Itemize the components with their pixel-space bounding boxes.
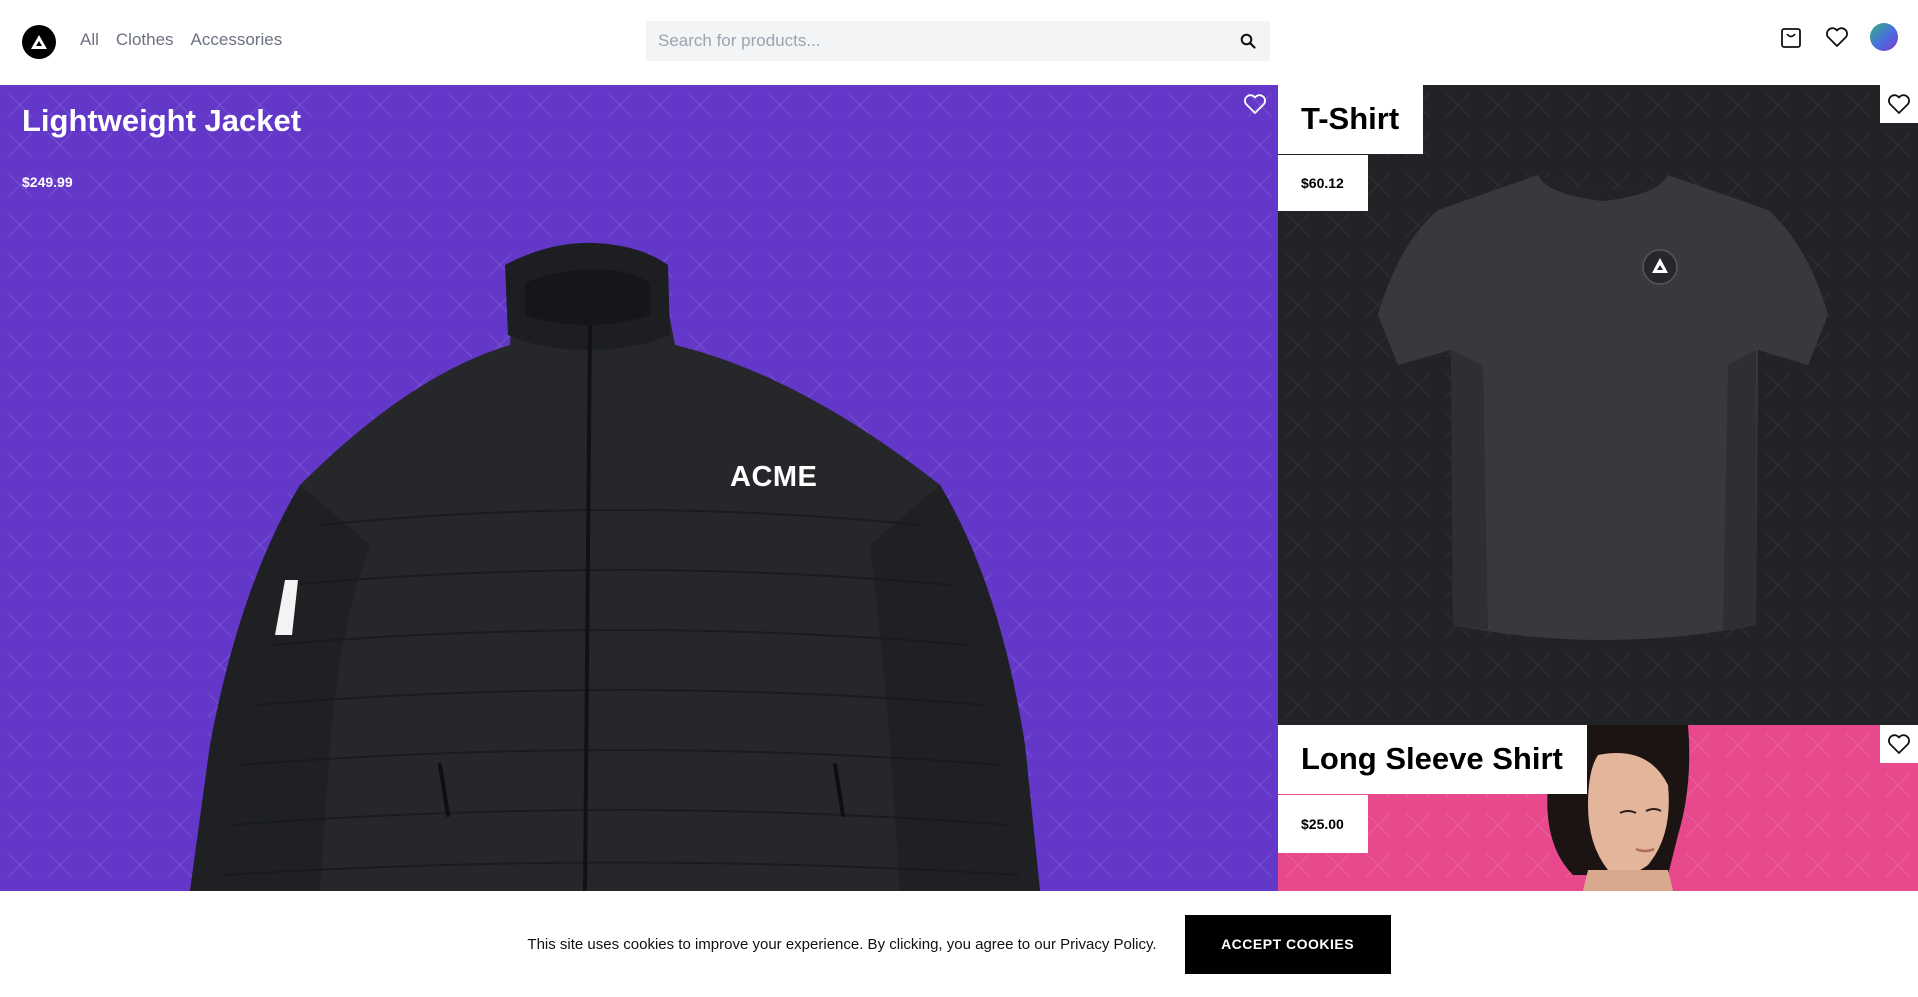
cookie-message: This site uses cookies to improve your e…: [527, 935, 1157, 953]
nav-link-all[interactable]: All: [80, 30, 99, 50]
shopping-bag-icon[interactable]: [1778, 24, 1804, 50]
jacket-image: [190, 242, 1040, 891]
product-title: Long Sleeve Shirt: [1278, 725, 1587, 794]
header-actions: [1778, 23, 1898, 51]
main-nav: All Clothes Accessories: [80, 30, 282, 50]
accept-cookies-button[interactable]: ACCEPT COOKIES: [1184, 914, 1391, 974]
product-card-long-sleeve-shirt[interactable]: Long Sleeve Shirt $25.00: [1278, 725, 1918, 891]
product-card-t-shirt[interactable]: T-Shirt $60.12: [1278, 85, 1918, 725]
favorite-heart-icon[interactable]: [1236, 85, 1274, 123]
product-title: Lightweight Jacket: [22, 103, 302, 138]
nav-link-clothes[interactable]: Clothes: [116, 30, 174, 50]
site-header: All Clothes Accessories: [0, 0, 1918, 85]
product-price: $60.12: [1278, 155, 1368, 211]
product-price: $25.00: [1278, 795, 1368, 853]
search-bar: [646, 21, 1270, 61]
favorite-heart-icon[interactable]: [1880, 85, 1918, 123]
product-price: $249.99: [22, 174, 73, 190]
heart-icon[interactable]: [1824, 24, 1850, 50]
nav-link-accessories[interactable]: Accessories: [191, 30, 283, 50]
product-card-lightweight-jacket[interactable]: ACME Lightweight Jacket $249.99: [0, 85, 1278, 891]
t-shirt-image: [1378, 175, 1828, 640]
search-icon[interactable]: [1226, 21, 1270, 61]
jacket-print-text: ACME: [730, 461, 818, 493]
cookie-banner: This site uses cookies to improve your e…: [0, 891, 1918, 997]
search-input[interactable]: [646, 21, 1226, 61]
avatar[interactable]: [1870, 23, 1898, 51]
acme-logo-icon[interactable]: [22, 25, 56, 59]
product-title: T-Shirt: [1278, 85, 1424, 154]
favorite-heart-icon[interactable]: [1880, 725, 1918, 763]
